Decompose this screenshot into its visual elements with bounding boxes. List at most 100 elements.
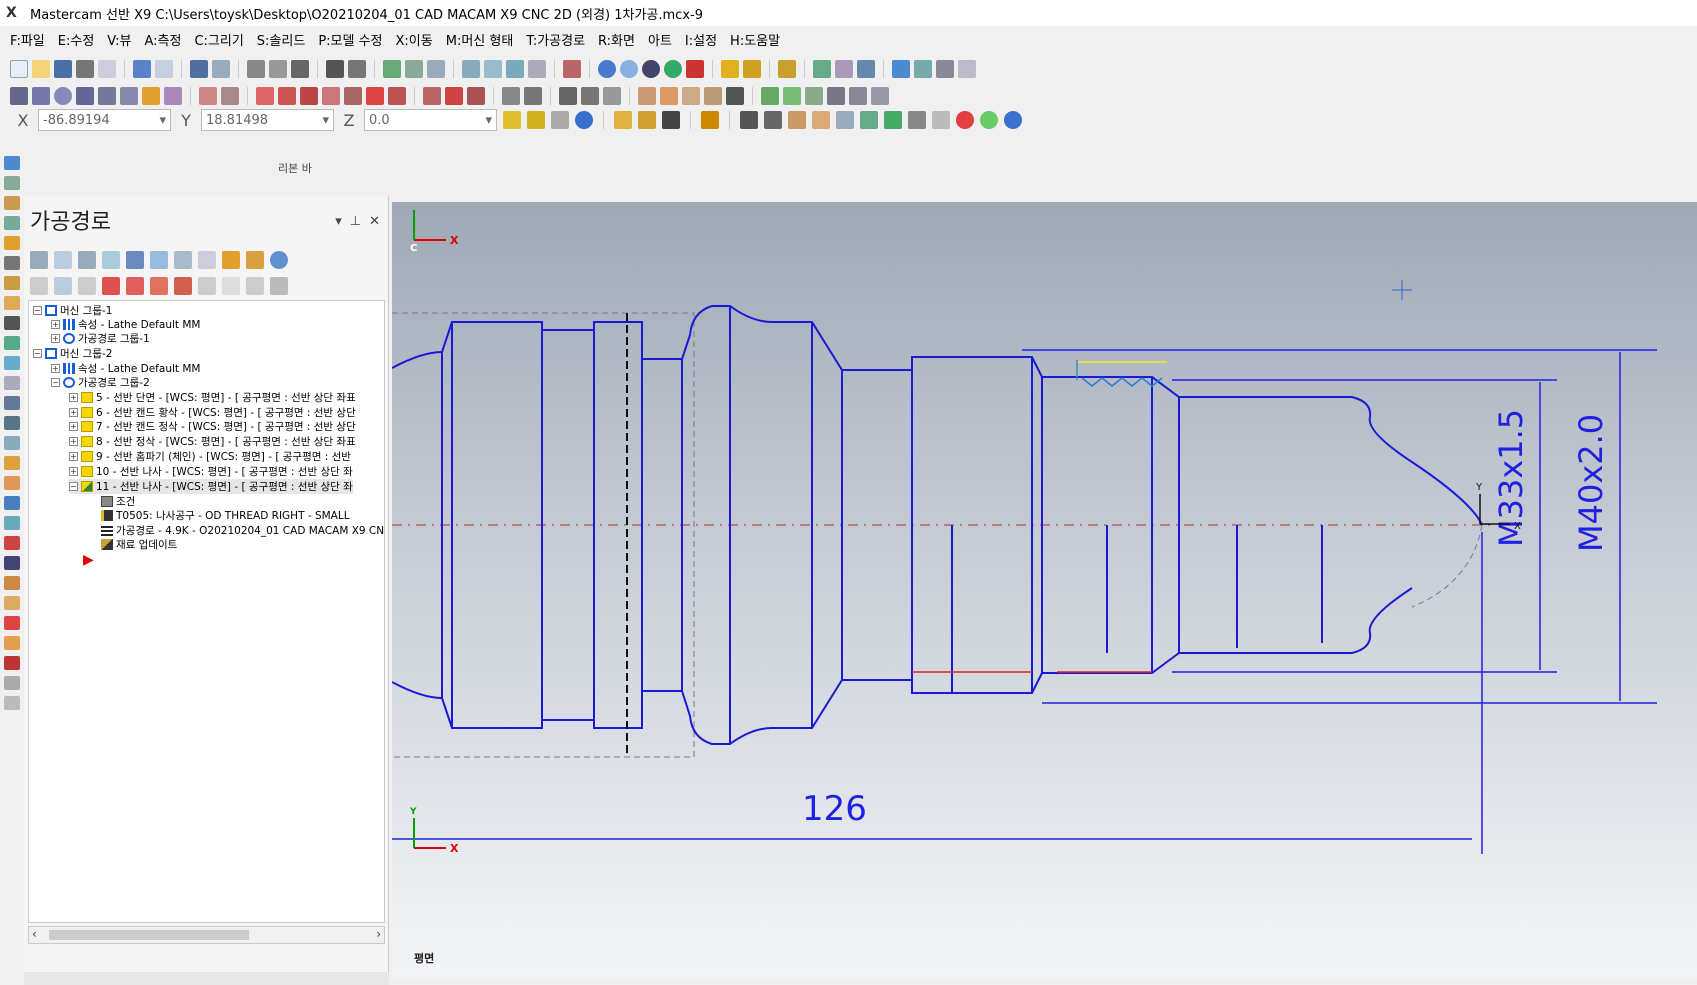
lathe-groove-icon[interactable] [726, 87, 744, 105]
tree-item[interactable]: +9 - 선반 홈파기 (체인) - [WCS: 평면] - [ 공구평면 : … [69, 449, 351, 464]
arc-icon[interactable] [98, 87, 116, 105]
toggle-post-icon[interactable] [78, 277, 96, 295]
analyze-icon[interactable] [743, 60, 761, 78]
pan-icon[interactable] [405, 60, 423, 78]
tree-item[interactable]: +8 - 선반 정삭 - [WCS: 평면] - [ 공구평면 : 선반 상단 … [69, 434, 356, 449]
tool-icon[interactable] [4, 316, 20, 330]
line-icon[interactable] [32, 87, 50, 105]
grid-icon[interactable] [445, 87, 463, 105]
tree-item[interactable]: + 속성 - Lathe Default MM [51, 317, 200, 332]
collapse-icon[interactable]: − [33, 349, 42, 358]
tree-item[interactable]: + 가공경로 그룹-1 [51, 331, 150, 346]
tree-item[interactable]: − 머신 그룹-1 [33, 303, 112, 318]
insert-arrow-icon[interactable]: ▶ [83, 552, 94, 568]
body-select-icon[interactable] [836, 111, 854, 129]
scroll-to-icon[interactable] [174, 277, 192, 295]
zoom-in-icon[interactable] [291, 60, 309, 78]
verify-select-icon[interactable] [908, 111, 926, 129]
layout-icon[interactable] [958, 60, 976, 78]
menu-edit[interactable]: E:수정 [58, 30, 95, 49]
tree-item[interactable]: + 속성 - Lathe Default MM [51, 361, 200, 376]
regen-icon[interactable] [4, 616, 20, 630]
lathe-chuck-icon[interactable] [827, 87, 845, 105]
filter-icon[interactable] [246, 277, 264, 295]
collapse-icon[interactable]: − [51, 378, 60, 387]
verify-icon[interactable] [4, 496, 20, 510]
window-select-icon[interactable] [701, 111, 719, 129]
trim-icon[interactable] [199, 87, 217, 105]
thread-icon[interactable] [4, 416, 20, 430]
circle-icon[interactable] [54, 87, 72, 105]
wireframe-icon[interactable] [598, 60, 616, 78]
tree-item[interactable]: T0505: 나사공구 - OD THREAD RIGHT - SMALL [101, 508, 350, 523]
lathe-steady-rest-icon[interactable] [871, 87, 889, 105]
bound-box-icon[interactable] [467, 87, 485, 105]
solid-select-icon[interactable] [788, 111, 806, 129]
expand-icon[interactable] [222, 277, 240, 295]
collapse-icon[interactable] [198, 277, 216, 295]
view-top-icon[interactable] [462, 60, 480, 78]
expand-icon[interactable]: + [69, 422, 78, 431]
lathe-tailstock-icon[interactable] [849, 87, 867, 105]
delete-ops-icon[interactable] [246, 251, 264, 269]
collapse-icon[interactable]: − [33, 306, 42, 315]
x-coord-field[interactable]: -86.89194 ▾ [38, 109, 171, 131]
expand-icon[interactable]: + [51, 364, 60, 373]
config-icon[interactable] [914, 60, 932, 78]
rough-icon[interactable] [4, 356, 20, 370]
g1-post-icon[interactable] [198, 251, 216, 269]
point-icon[interactable] [10, 87, 28, 105]
check-icon[interactable] [778, 60, 796, 78]
lathe-thread-icon[interactable] [761, 87, 779, 105]
regen-selected-icon[interactable] [78, 251, 96, 269]
lathe-toolpath-icon[interactable] [4, 196, 20, 210]
loop-select-icon[interactable] [884, 111, 902, 129]
face-select-icon[interactable] [812, 111, 830, 129]
chain-select-icon[interactable] [662, 111, 680, 129]
note-icon[interactable] [502, 87, 520, 105]
help-icon[interactable] [575, 111, 593, 129]
stop-op-icon[interactable] [4, 656, 20, 670]
tree-item[interactable]: +7 - 선반 캔드 정삭 - [WCS: 평면] - [ 공구평면 : 선반 … [69, 419, 356, 434]
select-all-icon[interactable] [614, 111, 632, 129]
groove-icon[interactable] [4, 436, 20, 450]
open-file-icon[interactable] [32, 60, 50, 78]
expand-icon[interactable]: + [69, 437, 78, 446]
level-icon[interactable] [857, 60, 875, 78]
hide-icon[interactable] [4, 596, 20, 610]
menu-view[interactable]: V:뷰 [107, 30, 131, 49]
spline-icon[interactable] [120, 87, 138, 105]
menu-create[interactable]: C:그리기 [194, 30, 243, 49]
translucency-icon[interactable] [686, 60, 704, 78]
menu-xform[interactable]: X:이동 [396, 30, 433, 49]
dimension-vertical-icon[interactable] [581, 87, 599, 105]
chevron-down-icon[interactable]: ▾ [159, 113, 166, 128]
redo-icon[interactable] [155, 60, 173, 78]
menu-machine-type[interactable]: M:머신 형태 [446, 30, 514, 49]
face-icon[interactable] [4, 336, 20, 350]
scroll-right-icon[interactable]: › [376, 927, 381, 941]
stop-icon[interactable] [956, 111, 974, 129]
xform-mirror-icon[interactable] [278, 87, 296, 105]
xform-translate-icon[interactable] [256, 87, 274, 105]
levels-icon[interactable] [4, 216, 20, 230]
help-query-icon[interactable] [835, 60, 853, 78]
snap-point-icon[interactable] [503, 111, 521, 129]
measure-icon[interactable] [721, 60, 739, 78]
statistics-icon[interactable] [936, 60, 954, 78]
solid-icon[interactable] [142, 87, 160, 105]
new-file-icon[interactable] [10, 60, 28, 78]
ok-icon[interactable] [980, 111, 998, 129]
menu-model-prep[interactable]: P:모델 수정 [318, 30, 382, 49]
print-preview-icon[interactable] [98, 60, 116, 78]
fillet-icon[interactable] [164, 87, 182, 105]
zoom-half-icon[interactable] [348, 60, 366, 78]
lathe-face-icon[interactable] [660, 87, 678, 105]
z-coord-field[interactable]: 0.0 ▾ [364, 109, 497, 131]
select-dirty-ops-icon[interactable] [54, 251, 72, 269]
verify-selected-icon[interactable] [150, 251, 168, 269]
regen-dirty-icon[interactable] [102, 251, 120, 269]
tree-item[interactable]: +10 - 선반 나사 - [WCS: 평면] - [ 공구평면 : 선반 상단… [69, 464, 353, 479]
tree-item[interactable]: +5 - 선반 단면 - [WCS: 평면] - [ 공구평면 : 선반 상단 … [69, 390, 356, 405]
xform-scale-icon[interactable] [322, 87, 340, 105]
